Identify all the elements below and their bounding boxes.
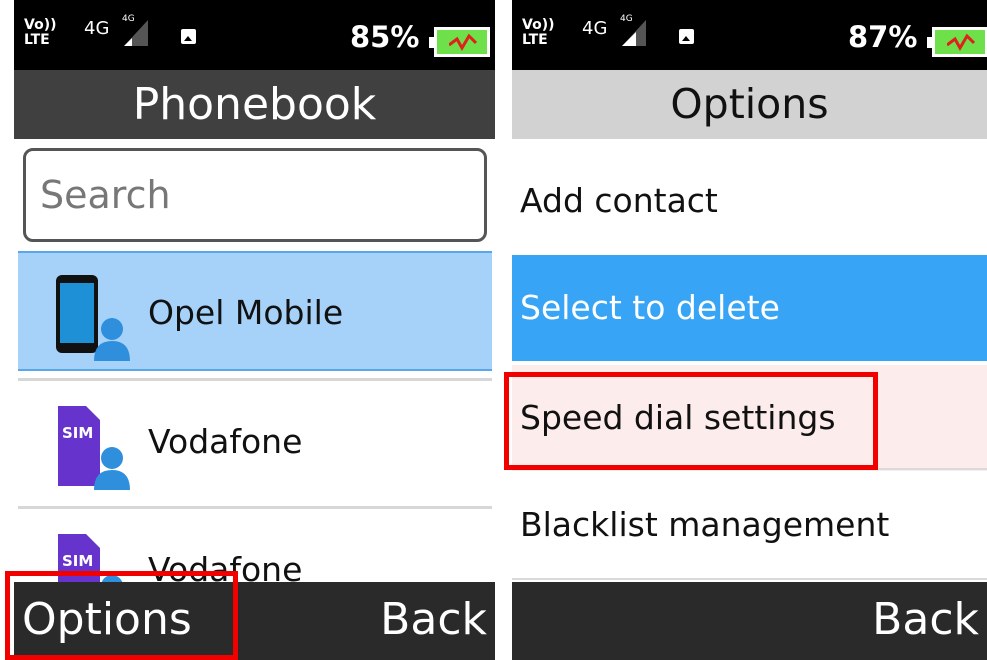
signal-strength-icon: 4G [122,14,148,46]
contact-name: Opel Mobile [148,293,344,332]
battery-percent: 87% [848,20,918,54]
divider [18,378,492,381]
divider [18,506,492,509]
contact-name: Vodafone [148,422,303,461]
signal-strength-icon: 4G [620,14,646,46]
sim-contact-icon: SIM [58,406,130,490]
data-type-label: 4G [582,18,608,39]
page-title: Phonebook [14,70,495,139]
menu-item-add-contact[interactable]: Add contact [512,148,987,254]
svg-text:SIM: SIM [62,552,93,570]
options-screen: Vo)) LTE 4G 4G 87% Options Add contact S… [512,0,987,660]
phonebook-screen: Vo)) LTE 4G 4G 85% Phonebook Search Opel… [14,0,495,660]
volte-indicator: Vo)) LTE [522,18,564,48]
svg-text:SIM: SIM [62,424,93,442]
lte-label: LTE [522,32,548,48]
lte-label: LTE [24,32,50,48]
divider [512,578,987,580]
menu-item-select-to-delete[interactable]: Select to delete [512,255,987,361]
contact-item-opel-mobile[interactable]: Opel Mobile [18,251,492,371]
volte-label: Vo)) [522,17,555,33]
svg-text:4G: 4G [620,14,633,24]
status-bar: Vo)) LTE 4G 4G 87% [512,0,987,70]
svg-text:4G: 4G [122,14,135,24]
battery-charging-icon [927,27,987,57]
battery-charging-icon [429,27,490,57]
softkey-bar: Back [512,582,987,660]
highlight-box-options [5,571,238,660]
menu-item-blacklist-management[interactable]: Blacklist management [512,472,987,578]
back-softkey[interactable]: Back [872,594,979,645]
back-softkey[interactable]: Back [380,594,487,645]
volte-label: Vo)) [24,17,57,33]
image-notification-icon [181,29,196,44]
status-bar: Vo)) LTE 4G 4G 85% [14,0,495,70]
data-type-label: 4G [84,18,110,39]
image-notification-icon [679,29,694,44]
contact-item-vodafone[interactable]: SIM Vodafone [18,382,492,502]
page-title: Options [512,70,987,139]
search-input[interactable]: Search [23,148,487,242]
phone-contact-icon [56,275,130,361]
highlight-box-speed-dial [504,372,878,470]
volte-indicator: Vo)) LTE [24,18,66,48]
battery-percent: 85% [350,20,420,54]
